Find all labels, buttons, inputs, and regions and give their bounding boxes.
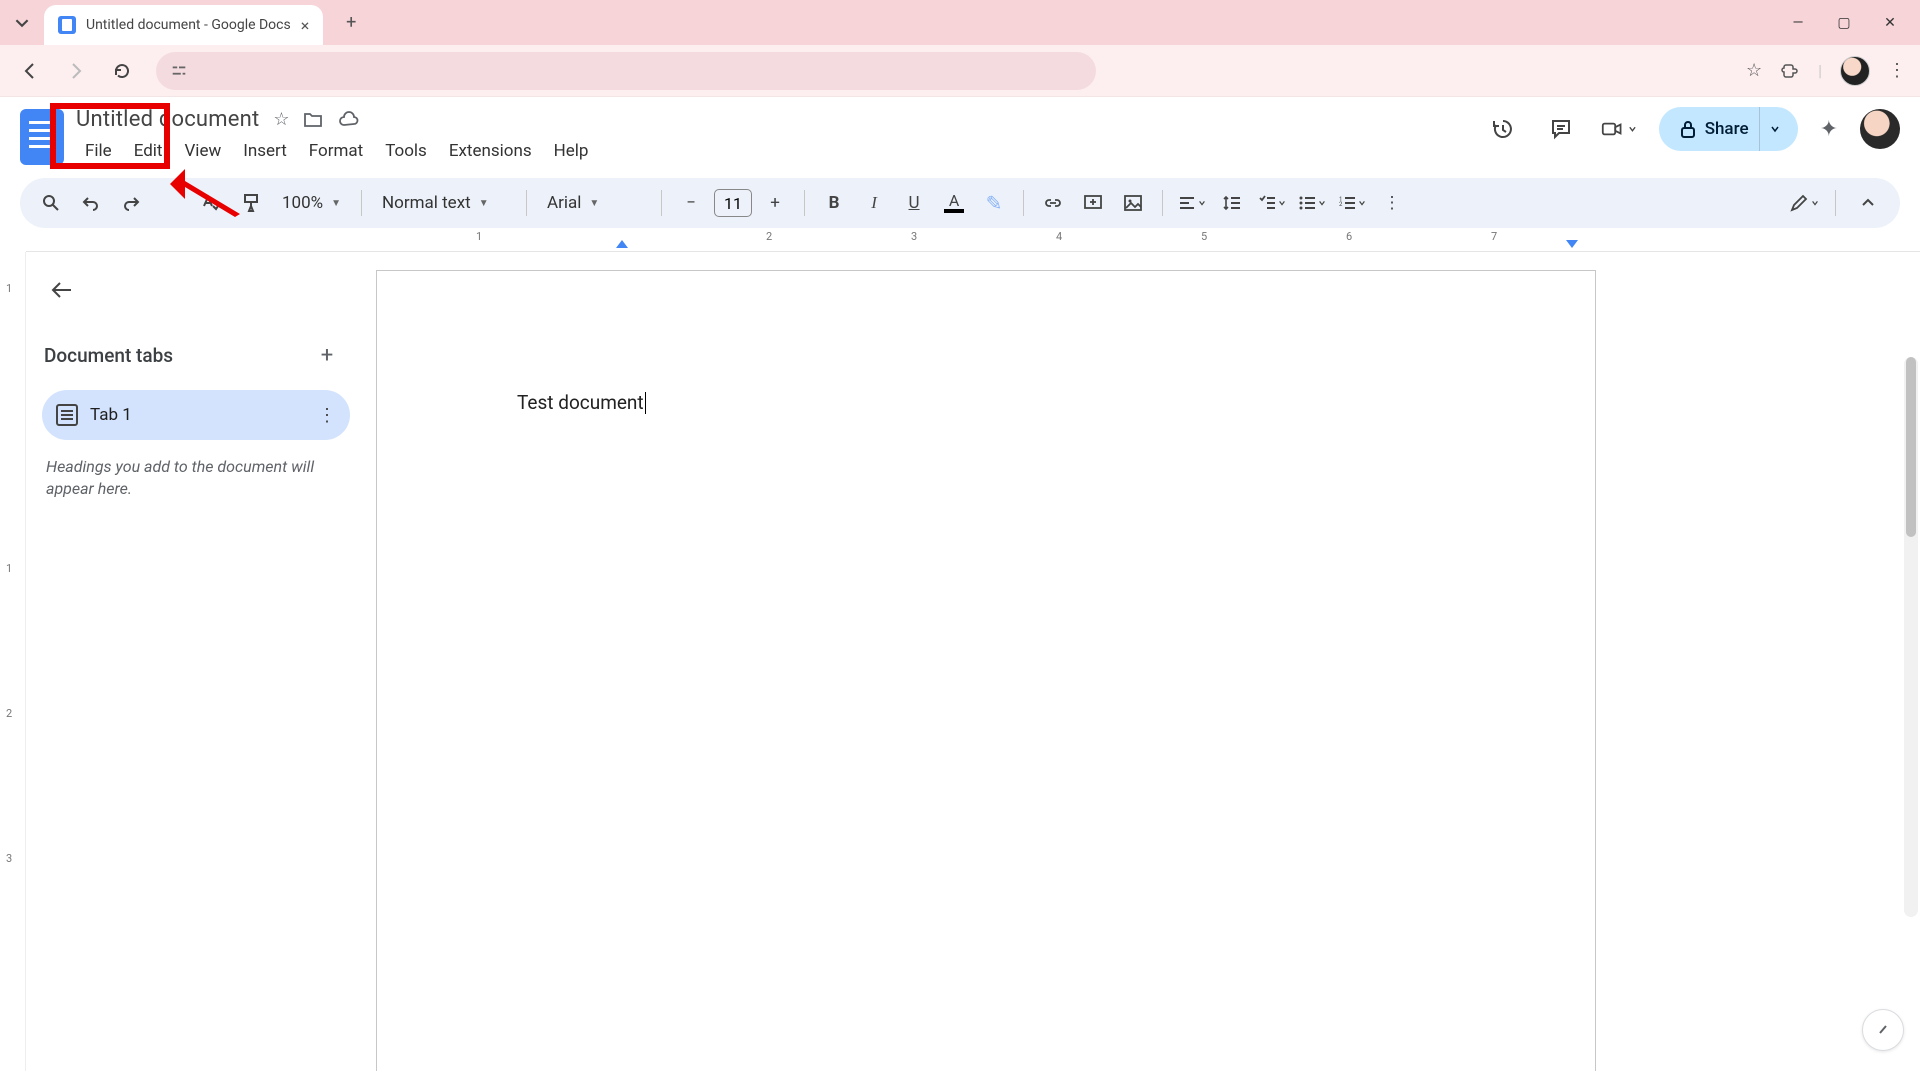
back-button[interactable] bbox=[14, 55, 46, 87]
italic-button[interactable]: I bbox=[857, 186, 891, 220]
increase-font-button[interactable]: + bbox=[758, 186, 792, 220]
document-body-text[interactable]: Test document bbox=[517, 391, 644, 414]
insert-image-button[interactable] bbox=[1116, 186, 1150, 220]
zoom-select[interactable]: 100% ▼ bbox=[274, 186, 349, 220]
account-avatar[interactable] bbox=[1860, 109, 1900, 149]
left-indent-marker[interactable] bbox=[616, 240, 628, 248]
document-page[interactable]: Test document bbox=[376, 270, 1596, 1071]
insert-link-button[interactable] bbox=[1036, 186, 1070, 220]
meet-button[interactable] bbox=[1601, 111, 1637, 147]
search-menus-icon[interactable] bbox=[34, 186, 68, 220]
maximize-button[interactable]: ▢ bbox=[1834, 15, 1854, 31]
gemini-icon[interactable]: ✦ bbox=[1820, 117, 1838, 142]
document-canvas[interactable]: Test document bbox=[366, 252, 1920, 1071]
share-label: Share bbox=[1705, 119, 1749, 139]
share-button[interactable]: Share bbox=[1659, 107, 1798, 151]
more-options-button[interactable]: ⋮ bbox=[1375, 186, 1409, 220]
document-tab-1[interactable]: Tab 1 ⋮ bbox=[42, 390, 350, 440]
window-controls: — ▢ ✕ bbox=[1788, 15, 1912, 31]
vertical-ruler[interactable]: 1 1 2 3 bbox=[0, 252, 26, 1071]
version-history-icon[interactable] bbox=[1485, 111, 1521, 147]
cloud-status-icon[interactable] bbox=[337, 111, 361, 129]
bullet-list-button[interactable] bbox=[1295, 186, 1329, 220]
tab-page-icon bbox=[56, 404, 78, 426]
explore-fab-button[interactable] bbox=[1862, 1009, 1904, 1051]
minimize-button[interactable]: — bbox=[1788, 15, 1808, 31]
lock-icon bbox=[1679, 119, 1697, 139]
tab-menu-button[interactable]: ⋮ bbox=[318, 405, 336, 426]
close-window-button[interactable]: ✕ bbox=[1880, 15, 1900, 31]
docs-header: Untitled document ☆ File Edit View Inser… bbox=[0, 97, 1920, 172]
menu-tools[interactable]: Tools bbox=[376, 136, 436, 166]
checklist-button[interactable] bbox=[1255, 186, 1289, 220]
star-document-icon[interactable]: ☆ bbox=[273, 109, 289, 130]
undo-button[interactable] bbox=[74, 186, 108, 220]
bold-button[interactable]: B bbox=[817, 186, 851, 220]
docs-logo-icon[interactable] bbox=[20, 109, 64, 165]
paint-format-button[interactable] bbox=[234, 186, 268, 220]
browser-tab-active[interactable]: Untitled document - Google Docs × bbox=[44, 5, 323, 45]
menu-extensions[interactable]: Extensions bbox=[440, 136, 541, 166]
comments-icon[interactable] bbox=[1543, 111, 1579, 147]
browser-toolbar: ☆ | ⋮ bbox=[0, 45, 1920, 97]
spellcheck-button[interactable] bbox=[194, 186, 228, 220]
font-family-select[interactable]: Arial ▼ bbox=[539, 186, 649, 220]
paragraph-style-select[interactable]: Normal text ▼ bbox=[374, 186, 514, 220]
forward-button[interactable] bbox=[60, 55, 92, 87]
numbered-list-button[interactable]: 12 bbox=[1335, 186, 1369, 220]
menu-edit[interactable]: Edit bbox=[125, 136, 172, 166]
share-dropdown[interactable] bbox=[1759, 107, 1790, 151]
menu-insert[interactable]: Insert bbox=[234, 136, 296, 166]
profile-avatar[interactable] bbox=[1840, 56, 1870, 86]
text-color-button[interactable]: A bbox=[937, 186, 971, 220]
new-tab-button[interactable]: + bbox=[335, 7, 367, 39]
collapse-toolbar-button[interactable] bbox=[1850, 185, 1886, 221]
font-size-control: − 11 + bbox=[674, 186, 792, 220]
menu-help[interactable]: Help bbox=[545, 136, 598, 166]
site-settings-icon[interactable] bbox=[170, 62, 188, 80]
formatting-toolbar: 100% ▼ Normal text ▼ Arial ▼ − 11 + B I … bbox=[20, 178, 1900, 228]
menu-view[interactable]: View bbox=[175, 136, 230, 166]
chrome-menu-button[interactable]: ⋮ bbox=[1888, 60, 1906, 81]
right-indent-marker[interactable] bbox=[1566, 240, 1578, 248]
text-cursor bbox=[645, 392, 646, 414]
tab-title: Untitled document - Google Docs bbox=[86, 17, 291, 33]
decrease-font-button[interactable]: − bbox=[674, 186, 708, 220]
tab-search-dropdown[interactable] bbox=[8, 9, 36, 37]
menu-bar: File Edit View Insert Format Tools Exten… bbox=[76, 136, 597, 166]
address-bar[interactable] bbox=[156, 52, 1096, 90]
menu-file[interactable]: File bbox=[76, 136, 121, 166]
document-tabs-title: Document tabs bbox=[44, 344, 173, 367]
reload-button[interactable] bbox=[106, 55, 138, 87]
close-tab-button[interactable]: × bbox=[301, 16, 310, 35]
horizontal-ruler[interactable]: 1 2 3 4 5 6 7 bbox=[26, 228, 1920, 252]
browser-tab-strip: Untitled document - Google Docs × + — ▢ … bbox=[0, 0, 1920, 45]
underline-button[interactable]: U bbox=[897, 186, 931, 220]
svg-text:2: 2 bbox=[1339, 201, 1343, 208]
add-comment-button[interactable] bbox=[1076, 186, 1110, 220]
bookmark-star-icon[interactable]: ☆ bbox=[1746, 60, 1762, 81]
add-tab-button[interactable]: + bbox=[310, 338, 344, 372]
extensions-icon[interactable] bbox=[1780, 61, 1800, 81]
tab-label: Tab 1 bbox=[90, 405, 132, 425]
menu-format[interactable]: Format bbox=[300, 136, 372, 166]
outline-back-button[interactable] bbox=[42, 270, 82, 310]
move-folder-icon[interactable] bbox=[303, 111, 323, 129]
document-title[interactable]: Untitled document bbox=[76, 107, 259, 132]
document-outline-panel: Document tabs + Tab 1 ⋮ Headings you add… bbox=[26, 252, 366, 1071]
vertical-scrollbar[interactable] bbox=[1904, 357, 1918, 917]
editing-mode-button[interactable] bbox=[1787, 186, 1821, 220]
highlight-button[interactable]: ✎ bbox=[977, 186, 1011, 220]
outline-hint-text: Headings you add to the document will ap… bbox=[42, 456, 350, 501]
font-size-input[interactable]: 11 bbox=[714, 189, 752, 217]
docs-favicon-icon bbox=[58, 16, 76, 34]
line-spacing-button[interactable] bbox=[1215, 186, 1249, 220]
redo-button[interactable] bbox=[114, 186, 148, 220]
align-button[interactable] bbox=[1175, 186, 1209, 220]
